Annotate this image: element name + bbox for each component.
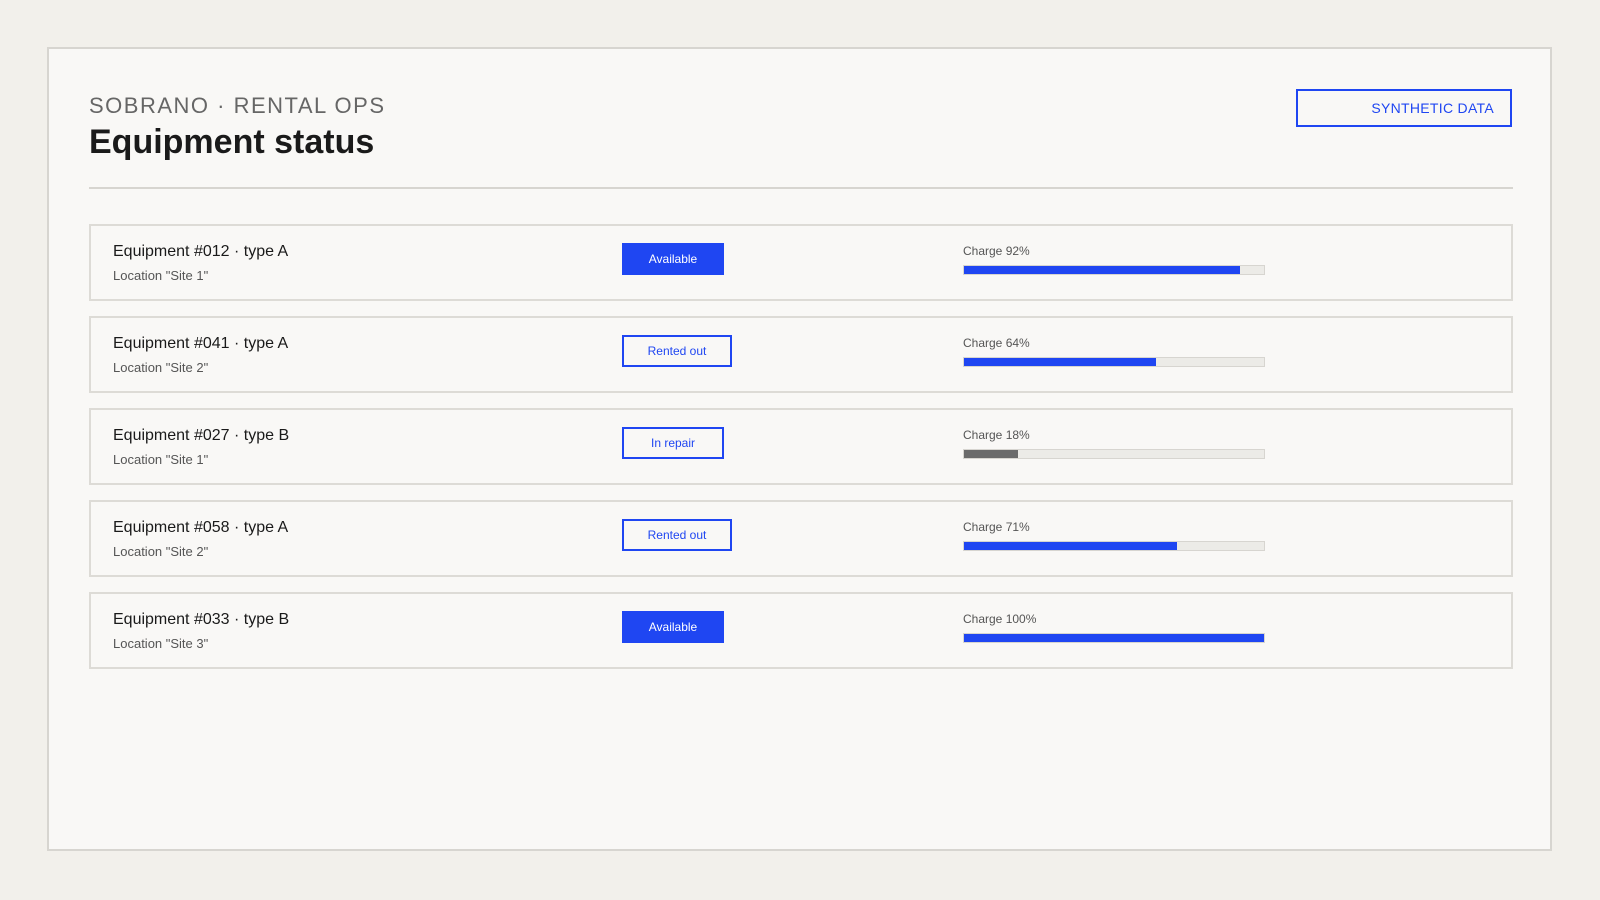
charge-bar [963,449,1265,459]
header-divider [89,187,1513,189]
charge-bar-fill [964,358,1156,366]
status-badge-rented-out: Rented out [622,519,732,551]
equipment-location: Location "Site 2" [113,360,209,375]
charge-label: Charge 64% [963,336,1030,350]
charge-bar-fill [964,266,1240,274]
equipment-list: Equipment #012 · type A Location "Site 1… [89,224,1513,684]
status-badge-available: Available [622,243,724,275]
charge-bar-fill [964,634,1264,642]
charge-bar [963,541,1265,551]
synthetic-data-badge: SYNTHETIC DATA [1296,89,1512,127]
header-kicker: SOBRANO · RENTAL OPS [89,93,386,118]
equipment-name: Equipment #033 · type B [113,611,290,628]
equipment-location: Location "Site 1" [113,268,209,283]
equipment-row[interactable]: Equipment #027 · type B Location "Site 1… [89,408,1513,485]
charge-label: Charge 100% [963,612,1037,626]
equipment-name: Equipment #058 · type A [113,519,289,536]
equipment-location: Location "Site 2" [113,544,209,559]
status-badge-available: Available [622,611,724,643]
status-badge-in-repair: In repair [622,427,724,459]
equipment-name: Equipment #041 · type A [113,335,289,352]
equipment-row[interactable]: Equipment #058 · type A Location "Site 2… [89,500,1513,577]
page-title: Equipment status [89,123,375,161]
equipment-panel: SOBRANO · RENTAL OPS Equipment status SY… [47,47,1552,851]
charge-label: Charge 92% [963,244,1030,258]
equipment-location: Location "Site 3" [113,636,209,651]
equipment-location: Location "Site 1" [113,452,209,467]
equipment-name: Equipment #027 · type B [113,427,290,444]
charge-bar [963,633,1265,643]
equipment-row[interactable]: Equipment #041 · type A Location "Site 2… [89,316,1513,393]
charge-bar [963,265,1265,275]
charge-bar [963,357,1265,367]
charge-bar-fill [964,450,1018,458]
equipment-name: Equipment #012 · type A [113,243,289,260]
charge-label: Charge 71% [963,520,1030,534]
charge-bar-fill [964,542,1177,550]
status-badge-rented-out: Rented out [622,335,732,367]
equipment-row[interactable]: Equipment #033 · type B Location "Site 3… [89,592,1513,669]
charge-label: Charge 18% [963,428,1030,442]
equipment-row[interactable]: Equipment #012 · type A Location "Site 1… [89,224,1513,301]
